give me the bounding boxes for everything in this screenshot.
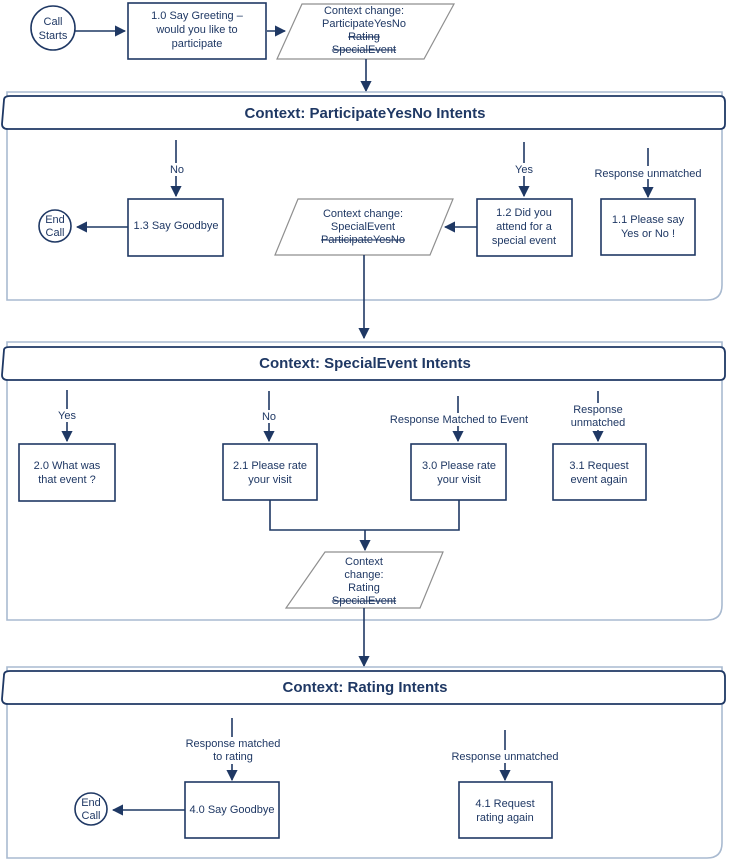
- step-3-1-request-event: 3.1 Request event again: [552, 443, 647, 501]
- step-2-1-line-2: your visit: [248, 474, 291, 486]
- context-change-3-struck-1: SpecialEvent: [332, 595, 396, 607]
- edge-label-no: No: [170, 164, 184, 176]
- step-1-2-line-3: special event: [492, 235, 556, 247]
- edge-label-unmatched: Response unmatched: [594, 168, 701, 180]
- edge-label-unmatched-2-line-1: Response: [573, 404, 623, 416]
- edge-label-matched-event: Response Matched to Event: [390, 414, 528, 426]
- step-1-0-line-1: 1.0 Say Greeting –: [151, 10, 244, 22]
- step-3-0-line-2: your visit: [437, 474, 480, 486]
- edge-label-matched-rating-line-2: to rating: [213, 751, 253, 763]
- end-call-1-line-2: Call: [46, 227, 65, 239]
- end-call-node-2: End Call: [74, 792, 108, 826]
- end-call-2-line-2: Call: [82, 810, 101, 822]
- context-change-1-struck-1: Rating: [348, 31, 380, 43]
- step-1-2-line-1: 1.2 Did you: [496, 207, 552, 219]
- step-2-1-please-rate: 2.1 Please rate your visit: [222, 443, 318, 501]
- step-3-1-line-1: 3.1 Request: [569, 460, 628, 472]
- context-change-1-line-1: Context change:: [324, 5, 404, 17]
- context-change-1: Context change: ParticipateYesNo Rating …: [276, 3, 456, 60]
- step-1-2-line-2: attend for a: [496, 221, 553, 233]
- call-starts-node: Call Starts: [30, 5, 76, 51]
- step-1-3-label: 1.3 Say Goodbye: [133, 220, 218, 232]
- call-starts-label-2: Starts: [39, 30, 68, 42]
- call-starts-label-1: Call: [44, 16, 63, 28]
- section-3-title: Context: Rating Intents: [283, 679, 448, 696]
- section-special-event: Context: SpecialEvent Intents Yes 2.0 Wh…: [1, 341, 726, 621]
- edge-label-yes: Yes: [515, 164, 533, 176]
- step-2-1-line-1: 2.1 Please rate: [233, 460, 307, 472]
- step-4-1-line-1: 4.1 Request: [475, 798, 534, 810]
- edge-label-unmatched-2-line-2: unmatched: [571, 417, 625, 429]
- context-change-2: Context change: SpecialEvent Participate…: [274, 198, 454, 256]
- step-2-0-line-1: 2.0 What was: [34, 460, 101, 472]
- end-call-node-1: End Call: [38, 209, 72, 243]
- edge-label-no-2: No: [262, 411, 276, 423]
- edge-label-matched-rating-line-1: Response matched: [186, 738, 281, 750]
- step-1-1-line-1: 1.1 Please say: [612, 214, 685, 226]
- context-change-1-line-2: ParticipateYesNo: [322, 18, 406, 30]
- step-1-1-please-say-yes-or-no: 1.1 Please say Yes or No !: [600, 198, 696, 256]
- step-1-0-greeting: 1.0 Say Greeting – would you like to par…: [127, 2, 267, 60]
- step-3-1-line-2: event again: [571, 474, 628, 486]
- end-call-1-line-1: End: [45, 214, 65, 226]
- step-4-0-say-goodbye: 4.0 Say Goodbye: [184, 781, 280, 839]
- context-change-2-line-1: Context change:: [323, 208, 403, 220]
- context-change-3-line-3: Rating: [348, 582, 380, 594]
- context-change-1-struck-2: SpecialEvent: [332, 44, 396, 56]
- context-change-2-line-2: SpecialEvent: [331, 221, 395, 233]
- step-1-0-line-3: participate: [172, 38, 223, 50]
- step-1-3-say-goodbye: 1.3 Say Goodbye: [127, 198, 224, 257]
- step-2-0-what-was-event: 2.0 What was that event ?: [18, 443, 116, 502]
- section-1-title: Context: ParticipateYesNo Intents: [245, 105, 486, 122]
- call-flow-diagram: Call Starts 1.0 Say Greeting – would you…: [1, 2, 726, 859]
- edge-label-yes-2: Yes: [58, 410, 76, 422]
- section-rating: Context: Rating Intents Response matched…: [1, 666, 726, 859]
- step-3-0-please-rate: 3.0 Please rate your visit: [410, 443, 507, 501]
- end-call-2-line-1: End: [81, 797, 101, 809]
- edge-label-unmatched-3: Response unmatched: [451, 751, 558, 763]
- step-4-1-line-2: rating again: [476, 812, 534, 824]
- section-2-title: Context: SpecialEvent Intents: [259, 355, 471, 372]
- step-1-0-line-2: would you like to: [155, 24, 237, 36]
- context-change-3-line-2: change:: [344, 569, 383, 581]
- step-1-1-line-2: Yes or No !: [621, 228, 675, 240]
- context-change-2-struck-1: ParticipateYesNo: [321, 234, 405, 246]
- step-1-2-special-event-question: 1.2 Did you attend for a special event: [476, 198, 573, 257]
- step-4-1-request-rating: 4.1 Request rating again: [458, 781, 553, 839]
- step-3-0-line-1: 3.0 Please rate: [422, 460, 496, 472]
- step-4-0-label: 4.0 Say Goodbye: [189, 804, 274, 816]
- step-2-0-line-2: that event ?: [38, 474, 96, 486]
- context-change-3-line-1: Context: [345, 556, 383, 568]
